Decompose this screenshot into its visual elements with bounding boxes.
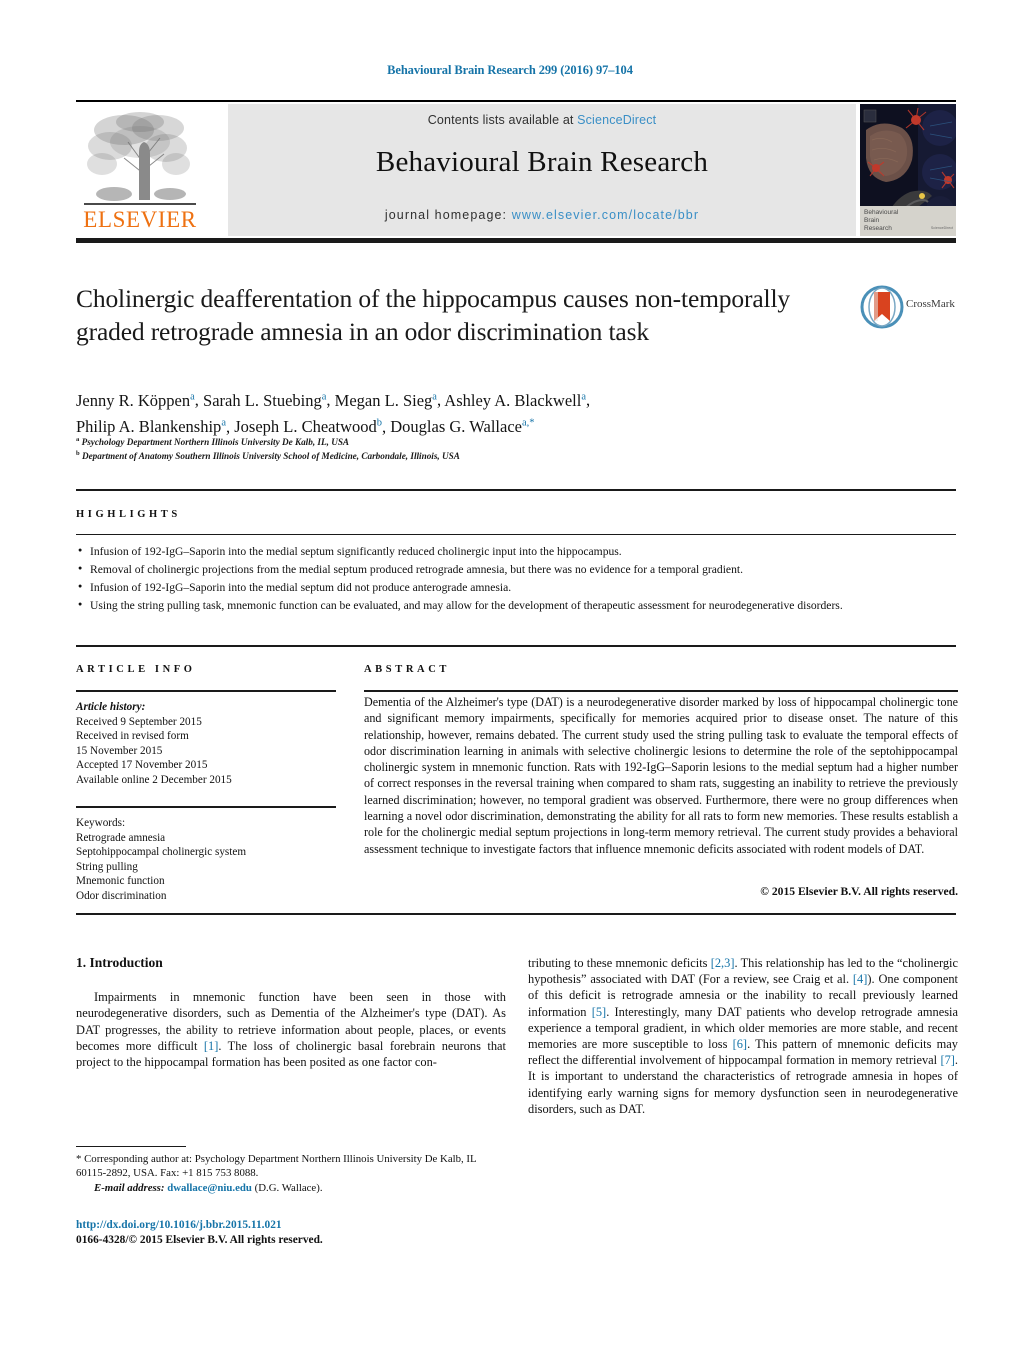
abstract-bottom-rule [76, 913, 956, 915]
affiliation-a: a Psychology Department Northern Illinoi… [76, 436, 350, 448]
contents-prefix: Contents lists available at [427, 113, 578, 127]
abstract-text: Dementia of the Alzheimer's type (DAT) i… [364, 695, 958, 856]
sciencedirect-link[interactable]: ScienceDirect [577, 113, 656, 127]
article-history-item: 15 November 2015 [76, 744, 163, 757]
keyword-item[interactable]: Odor discrimination [76, 889, 336, 904]
article-history-item: Available online 2 December 2015 [76, 773, 232, 786]
email-suffix: (D.G. Wallace). [251, 1181, 323, 1194]
citation-ref[interactable]: [2,3] [711, 956, 735, 970]
citation-ref[interactable]: [5] [592, 1005, 606, 1019]
elsevier-logo-rule [84, 203, 196, 205]
homepage-prefix: journal homepage: [384, 208, 512, 222]
keyword-item[interactable]: Retrograde amnesia [76, 831, 336, 846]
citation-ref[interactable]: [4] [853, 972, 867, 986]
journal-title: Behavioural Brain Research [375, 146, 709, 178]
affiliation-a-marker: a [76, 436, 80, 443]
journal-cover-thumbnail[interactable]: Behavioural Brain Research ScienceDirect [860, 104, 956, 236]
citation-ref[interactable]: [6] [733, 1037, 747, 1051]
email-link[interactable]: dwallace@niu.edu [167, 1182, 252, 1194]
highlight-item: Removal of cholinergic projections from … [78, 560, 956, 578]
elsevier-wordmark: ELSEVIER [83, 207, 197, 232]
crossmark-label: CrossMark [906, 298, 955, 310]
highlight-item: Infusion of 192-IgG–Saporin into the med… [78, 578, 956, 596]
author-2: Megan L. Siega [334, 390, 437, 410]
journal-homepage-link[interactable]: www.elsevier.com/locate/bbr [512, 208, 699, 222]
doi-block: http://dx.doi.org/10.1016/j.bbr.2015.11.… [76, 1218, 506, 1248]
keyword-item[interactable]: String pulling [76, 860, 336, 875]
highlights-label: HIGHLIGHTS [76, 509, 181, 520]
cover-caption: Behavioural Brain Research ScienceDirect [860, 206, 956, 236]
author-5-affil-marker[interactable]: b [377, 418, 382, 429]
author-6-affil-marker[interactable]: a,* [522, 418, 535, 429]
article-info-rule [76, 690, 336, 692]
highlight-item: Infusion of 192-IgG–Saporin into the med… [78, 542, 956, 560]
author-1-affil-marker[interactable]: a [322, 391, 327, 402]
article-info-label: ARTICLE INFO [76, 664, 196, 675]
contents-list-line: Contents lists available at ScienceDirec… [228, 113, 856, 127]
crossmark-logo-icon [860, 285, 904, 329]
author-3: Ashley A. Blackwella [444, 390, 586, 410]
intro-paragraph-left: Impairments in mnemonic function have be… [76, 990, 506, 1070]
author-0-affil-marker[interactable]: a [190, 391, 195, 402]
corresponding-author-footnote: * Corresponding author at: Psychology De… [76, 1152, 506, 1195]
author-4-affil-marker[interactable]: a [221, 418, 226, 429]
crossmark-badge[interactable]: CrossMark [860, 285, 958, 331]
article-page: Behavioural Brain Research 299 (2016) 97… [0, 0, 1020, 1351]
masthead-bottom-rule [76, 238, 956, 243]
journal-masthead: ELSEVIER Contents lists available at Sci… [76, 100, 956, 243]
elsevier-tree-icon [84, 108, 196, 204]
title-block: Cholinergic deafferentation of the hippo… [76, 282, 846, 348]
affiliation-b: b Department of Anatomy Southern Illinoi… [76, 450, 460, 462]
article-info-top-rule [76, 645, 956, 647]
author-2-affil-marker[interactable]: a [432, 391, 437, 402]
keyword-item[interactable]: Mnemonic function [76, 874, 336, 889]
footnote-rule [76, 1146, 186, 1147]
cover-caption-tiny: ScienceDirect [930, 226, 953, 230]
article-history-label: Article history: [76, 701, 146, 713]
author-0: Jenny R. Köppena [76, 390, 195, 410]
affiliation-list: a Psychology Department Northern Illinoi… [76, 434, 866, 463]
intro-column-right: tributing to these mnemonic deficits [2,… [528, 955, 958, 1117]
elsevier-logo[interactable]: ELSEVIER [76, 104, 204, 236]
masthead-top-rule [76, 100, 956, 102]
author-3-affil-marker[interactable]: a [581, 391, 586, 402]
highlights-top-rule [76, 489, 956, 491]
intro-column-left: 1. Introduction Impairments in mnemonic … [76, 955, 506, 1070]
cover-caption-line2: Brain [864, 217, 880, 224]
article-history-item: Accepted 17 November 2015 [76, 759, 208, 772]
author-1: Sarah L. Stuebinga [203, 390, 327, 410]
article-history-item: Received in revised form [76, 730, 189, 743]
cover-caption-line3: Research [864, 225, 892, 232]
journal-homepage-line: journal homepage: www.elsevier.com/locat… [228, 208, 856, 222]
intro-paragraph-right: tributing to these mnemonic deficits [2,… [528, 956, 958, 1116]
article-history: Article history: Received 9 September 20… [76, 700, 336, 788]
abstract-label: ABSTRACT [364, 664, 450, 675]
cover-caption-line1: Behavioural [864, 209, 899, 216]
keywords-label: Keywords: [76, 817, 126, 829]
keywords-rule [76, 806, 336, 808]
email-label: E-mail address: [94, 1181, 165, 1194]
keywords-block: Keywords: Retrograde amnesia Septohippoc… [76, 816, 336, 904]
running-head: Behavioural Brain Research 299 (2016) 97… [387, 63, 633, 77]
abstract-copyright: © 2015 Elsevier B.V. All rights reserved… [760, 885, 958, 898]
masthead-panel: Contents lists available at ScienceDirec… [228, 104, 856, 236]
issn-copyright-line: 0166-4328/© 2015 Elsevier B.V. All right… [76, 1234, 323, 1246]
citation-ref[interactable]: [7] [940, 1053, 954, 1067]
keyword-item[interactable]: Septohippocampal cholinergic system [76, 845, 336, 860]
author-list: Jenny R. Köppena, Sarah L. Stuebinga, Me… [76, 390, 591, 437]
highlights-rule [76, 534, 956, 535]
article-history-item: Received 9 September 2015 [76, 715, 202, 728]
highlight-item: Using the string pulling task, mnemonic … [78, 596, 956, 614]
doi-link[interactable]: http://dx.doi.org/10.1016/j.bbr.2015.11.… [76, 1218, 506, 1233]
citation-ref[interactable]: [1] [204, 1039, 218, 1053]
abstract-rule [364, 690, 958, 692]
page-title: Cholinergic deafferentation of the hippo… [76, 284, 790, 346]
affiliation-b-marker: b [76, 450, 80, 458]
corresponding-text: Corresponding author at: Psychology Depa… [76, 1153, 477, 1180]
section-heading-introduction: 1. Introduction [76, 955, 163, 970]
highlights-list: Infusion of 192-IgG–Saporin into the med… [76, 542, 956, 615]
